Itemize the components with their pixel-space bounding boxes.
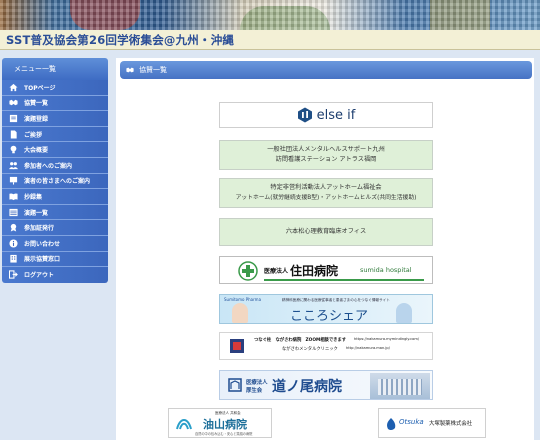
section-title: 協賛一覧 — [139, 66, 167, 74]
elseif-logo-icon — [297, 107, 312, 123]
sidebar-item-label: 抄録集 — [24, 193, 43, 201]
nagasawa-logo — [230, 339, 244, 353]
michinoo-logo-icon — [228, 378, 242, 392]
sidebar-item-label: 協賛一覧 — [24, 100, 49, 108]
sponsor-line: つなぐ柱 ながさわ病院 ZOOM相談できます — [254, 338, 347, 343]
sponsor-name: 住田病院 — [290, 264, 339, 278]
sponsor-subtitle: 自然の中の包み込む・安心と笑顔の病院 — [195, 432, 253, 436]
sponsor-banner-kokoro-share[interactable]: Sumitomo Pharma 精神科医療に関わる医療従事者と患者さまの心をつな… — [219, 294, 433, 324]
info-icon — [8, 239, 18, 248]
illustration-person — [396, 303, 412, 323]
building-icon — [8, 254, 18, 263]
sponsor-banner-elseif[interactable]: else if — [219, 102, 433, 128]
sidebar-item-label: TOPページ — [24, 84, 56, 92]
sidebar-item-label: 大会概要 — [24, 147, 49, 155]
list-icon — [8, 208, 18, 217]
speaker-icon — [8, 176, 18, 185]
otsuka-logo-icon — [387, 418, 396, 431]
sidebar-item-label: ご挨拶 — [24, 131, 43, 139]
menu-list: TOPページ 協賛一覧 演題登録 ご挨拶 大会概要 参加者へのご案内 演者の皆さ… — [2, 80, 108, 283]
site-title-bar: SST普及協会第26回学術集会@九州・沖縄 — [0, 30, 540, 50]
sponsor-url: http://nakamura.man.jp/ — [346, 346, 390, 350]
sponsor-brand: Otsuka — [399, 418, 424, 426]
sponsor-name: 油山病院 — [203, 418, 247, 431]
sponsor-name: 道ノ尾病院 — [272, 379, 342, 395]
sponsor-banner-nagasawa[interactable]: つなぐ柱 ながさわ病院 ZOOM相談できます https://nakamura.… — [219, 332, 433, 360]
sponsor-line: 六本松心理教育臨床オフィス — [285, 228, 367, 235]
main-content: 協賛一覧 else if 一般社団法人メンタルヘルスサポート九州 訪問看護ステー… — [116, 58, 534, 440]
sidebar-item-sponsors[interactable]: 協賛一覧 — [2, 96, 108, 112]
sidebar-item-exhibition[interactable]: 展示協賛窓口 — [2, 252, 108, 268]
sidebar-item-speaker-info[interactable]: 演者の皆さまへのご案内 — [2, 174, 108, 190]
lightbulb-icon — [8, 145, 18, 154]
sidebar-item-label: 演題登録 — [24, 115, 49, 123]
sidebar-item-abstract-registration[interactable]: 演題登録 — [2, 111, 108, 127]
sponsor-corp: 厚生会 — [246, 388, 263, 394]
sponsor-line: アットホーム(就労継続支援B型)・アットホームヒルズ(共同生活援助) — [235, 195, 417, 201]
sponsor-en-name: sumida hospital — [360, 266, 412, 274]
sidebar-item-label: 演者の皆さまへのご案内 — [24, 178, 91, 186]
section-header: 協賛一覧 — [120, 61, 532, 79]
sponsor-banner-sumida[interactable]: 医療法人 住田病院 sumida hospital — [219, 256, 433, 284]
sponsor-corp: 医療法人 — [246, 380, 268, 386]
sponsor-line: 一般社団法人メンタルヘルスサポート九州 — [267, 146, 385, 153]
handshake-icon — [126, 67, 134, 73]
sponsor-banner-rokuhon[interactable]: 六本松心理教育臨床オフィス — [219, 218, 433, 246]
sidebar-item-label: 参加証発行 — [24, 225, 55, 233]
sponsor-banner-michinoo[interactable]: 医療法人 厚生会 道ノ尾病院 — [219, 370, 433, 400]
sidebar-item-abstract-list[interactable]: 演題一覧 — [2, 205, 108, 221]
sponsor-name: 大塚製薬株式会社 — [429, 421, 473, 427]
sponsor-subtitle: 精神科医療に関わる医療従事者と患者さまの心をつなぐ情報サイト — [282, 298, 390, 302]
logout-icon — [8, 270, 18, 280]
hospital-cross-icon — [238, 261, 258, 281]
sidebar-item-top[interactable]: TOPページ — [2, 80, 108, 96]
hospital-building-photo — [370, 373, 430, 399]
sidebar-menu: メニュー一覧 TOPページ 協賛一覧 演題登録 ご挨拶 大会概要 参加者へのご案… — [2, 58, 108, 283]
certificate-icon — [8, 223, 18, 232]
sidebar-item-logout[interactable]: ログアウト — [2, 267, 108, 283]
sumida-underline — [264, 279, 424, 281]
aburayama-logo-icon — [176, 419, 192, 430]
sidebar-item-contact[interactable]: お問い合わせ — [2, 236, 108, 252]
header-banner — [0, 0, 540, 30]
sidebar-item-proceedings[interactable]: 抄録集 — [2, 189, 108, 205]
sponsor-corp: 医療法人 — [264, 268, 289, 275]
sidebar-item-certificate[interactable]: 参加証発行 — [2, 220, 108, 236]
sidebar-item-overview[interactable]: 大会概要 — [2, 142, 108, 158]
sidebar-item-label: お問い合わせ — [24, 240, 61, 248]
sponsor-name: else if — [316, 107, 356, 123]
site-title: SST普及協会第26回学術集会@九州・沖縄 — [6, 33, 235, 47]
sponsor-banner-otsuka[interactable]: Otsuka 大塚製薬株式会社 — [378, 408, 486, 438]
banner-mosaic — [0, 0, 540, 30]
sponsor-line: ながさわメンタルクリニック — [282, 347, 338, 352]
sidebar-heading: メニュー一覧 — [2, 58, 108, 80]
form-icon — [8, 114, 18, 123]
handshake-icon — [8, 98, 18, 107]
sponsor-banner-aburayama[interactable]: 医療法人 共和会 油山病院 自然の中の包み込む・安心と笑顔の病院 — [168, 408, 272, 438]
illustration-person — [232, 303, 248, 323]
sponsor-brand: Sumitomo Pharma — [224, 297, 262, 302]
sidebar-item-label: ログアウト — [24, 272, 55, 280]
book-icon — [8, 192, 18, 201]
sponsor-line: 訪問看護ステーション アトラス福岡 — [275, 156, 377, 163]
sponsor-banner-atohome[interactable]: 特定非営利活動法人アットホーム福祉会 アットホーム(就労継続支援B型)・アットホ… — [219, 178, 433, 208]
home-icon — [8, 83, 18, 92]
sidebar-item-participant-info[interactable]: 参加者へのご案内 — [2, 158, 108, 174]
sidebar-item-label: 演題一覧 — [24, 209, 49, 217]
sponsor-name: こころシェア — [290, 309, 369, 324]
sponsor-banner-mhs[interactable]: 一般社団法人メンタルヘルスサポート九州 訪問看護ステーション アトラス福岡 — [219, 140, 433, 170]
sponsor-url: https://nakamura.mymindingly.com/ — [354, 337, 420, 341]
sidebar-item-greeting[interactable]: ご挨拶 — [2, 127, 108, 143]
people-icon — [8, 161, 18, 170]
sidebar-item-label: 展示協賛窓口 — [24, 256, 61, 264]
sponsor-line: 特定非営利活動法人アットホーム福祉会 — [270, 184, 382, 191]
sidebar-item-label: 参加者へのご案内 — [24, 162, 73, 170]
document-icon — [8, 130, 18, 139]
